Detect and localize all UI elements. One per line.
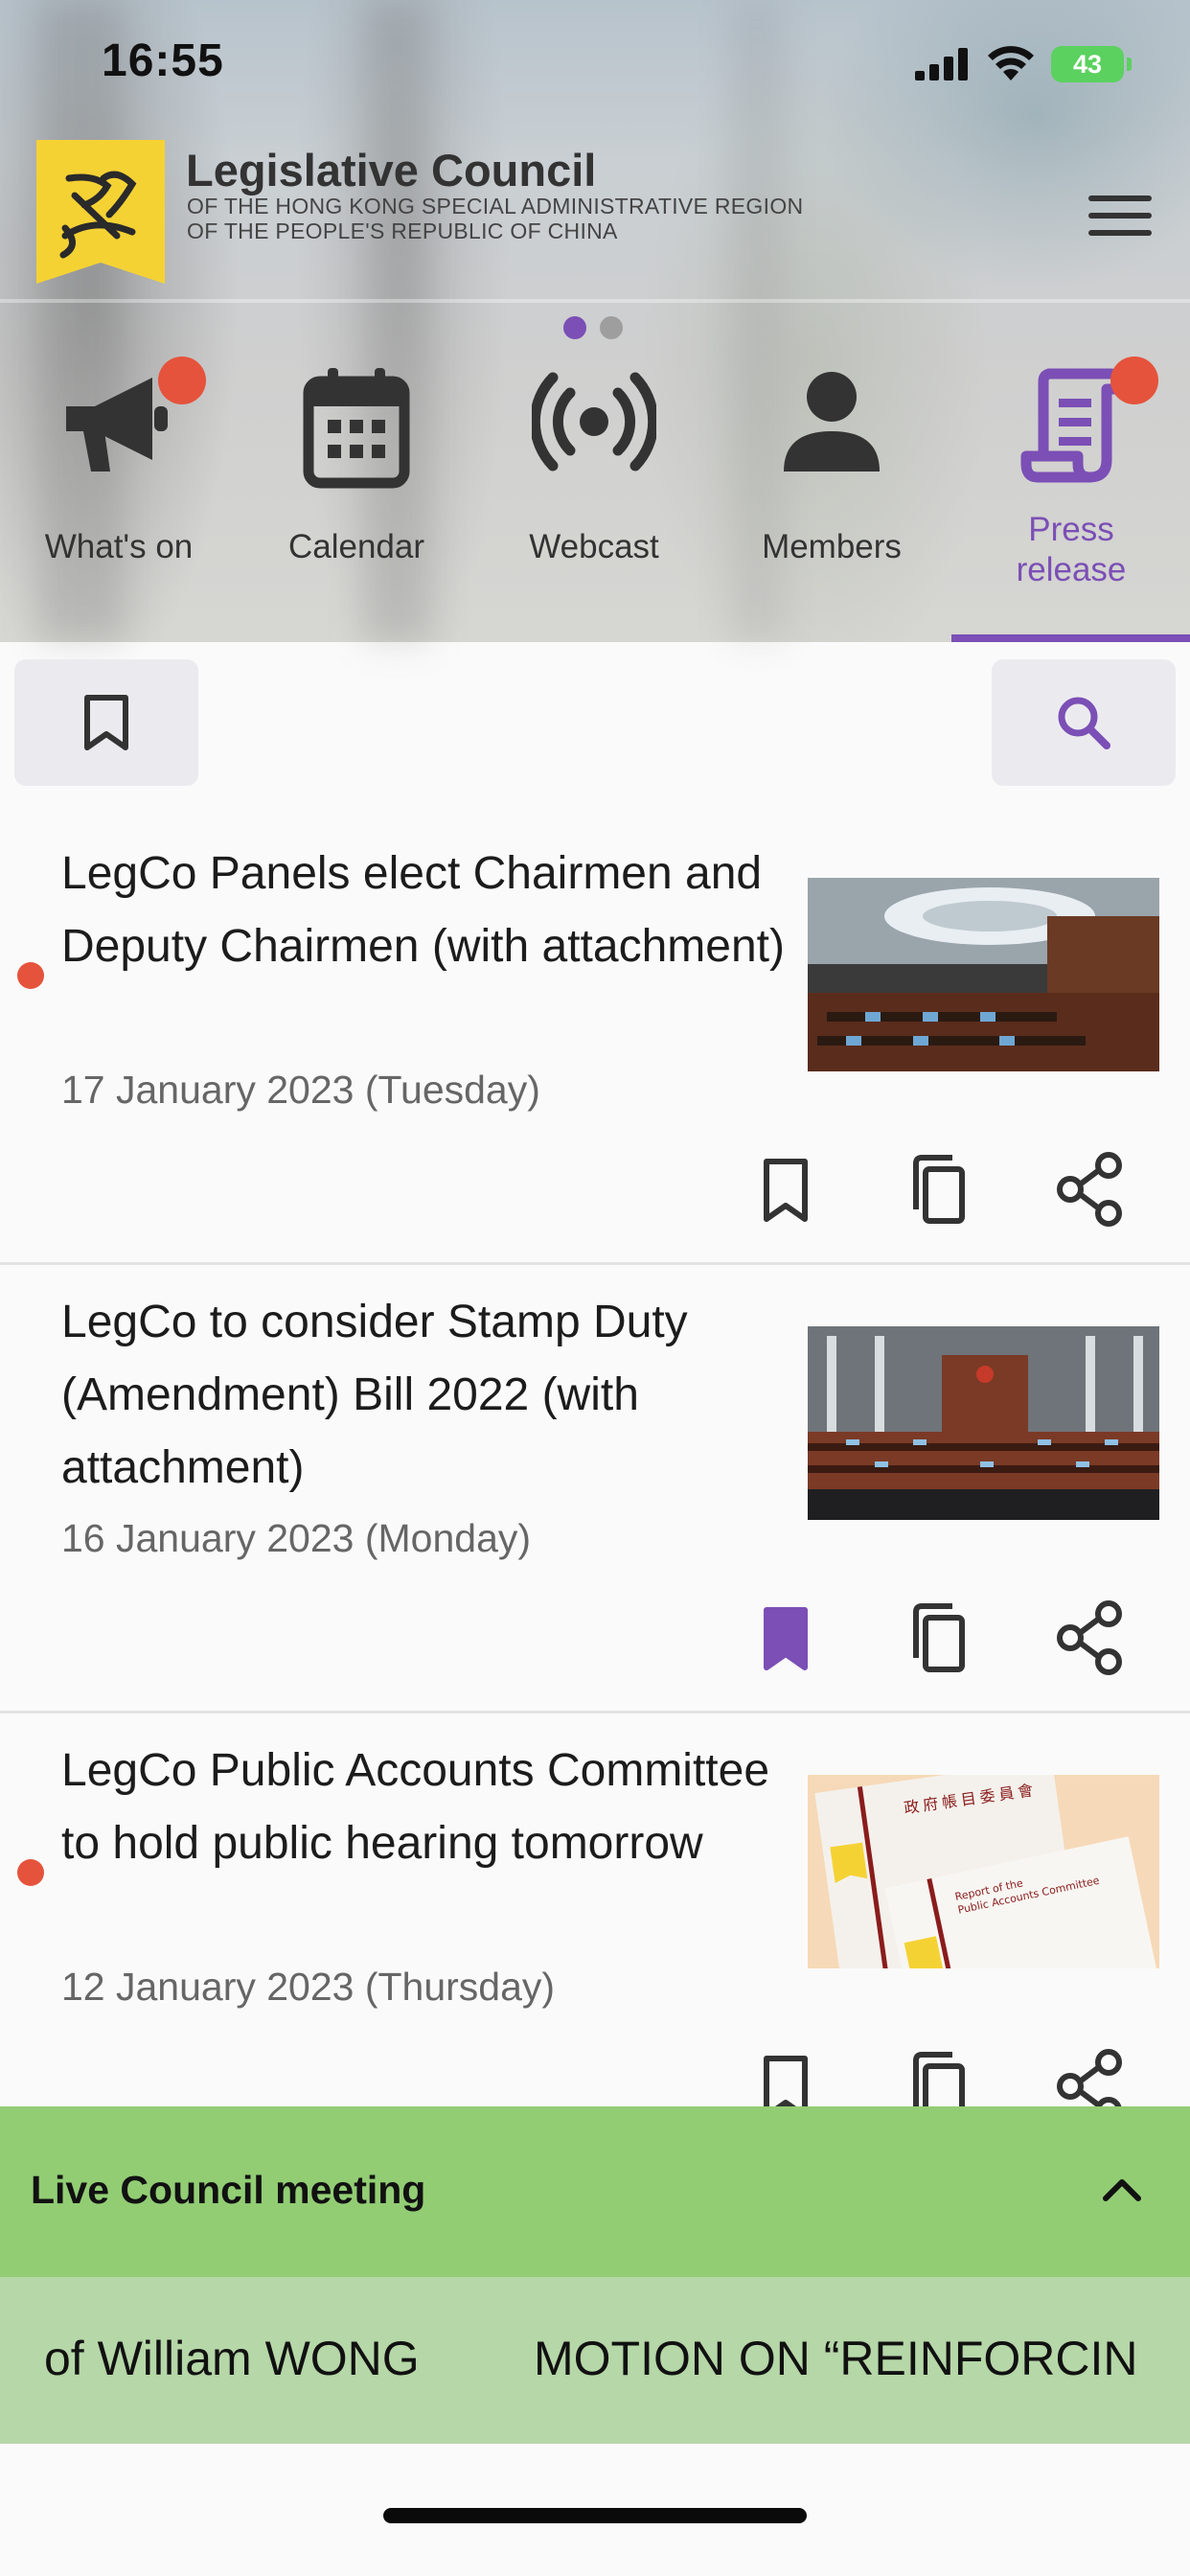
app-subtitle-line1: OF THE HONG KONG SPECIAL ADMINISTRATIVE … (187, 194, 804, 218)
news-date: 17 January 2023 (Tuesday) (61, 1068, 540, 1112)
news-thumbnail[interactable] (808, 1326, 1159, 1520)
nav-label: Members (762, 528, 902, 565)
legco-logo-icon[interactable] (36, 140, 165, 284)
nav-label: Webcast (529, 528, 659, 565)
battery-level: 43 (1072, 50, 1103, 79)
nav-press-release[interactable]: Press release (952, 345, 1190, 642)
wifi-icon (988, 46, 1034, 80)
brand-header: Legislative Council OF THE HONG KONG SPE… (0, 134, 1190, 297)
home-indicator[interactable] (383, 2508, 807, 2523)
news-title[interactable]: LegCo Panels elect Chairmen and Deputy C… (61, 838, 790, 983)
status-bar: 16:55 43 (0, 0, 1190, 125)
live-meeting-title: Live Council meeting (31, 2168, 426, 2212)
copy-icon[interactable] (895, 1595, 981, 1681)
live-meeting-bar[interactable]: Live Council meeting (0, 2106, 1190, 2277)
hamburger-menu-icon[interactable] (1088, 192, 1152, 240)
nav-calendar[interactable]: Calendar (238, 345, 475, 642)
active-tab-indicator (951, 634, 1190, 642)
header-divider (0, 299, 1190, 303)
news-item[interactable]: LegCo Panels elect Chairmen and Deputy C… (0, 816, 1190, 1265)
news-date: 12 January 2023 (Thursday) (61, 1965, 556, 2009)
news-title[interactable]: LegCo Public Accounts Committee to hold … (61, 1735, 790, 1880)
bookmark-icon[interactable] (743, 1146, 829, 1232)
unread-indicator (17, 962, 44, 989)
person-icon (713, 364, 950, 498)
share-icon[interactable] (1047, 1146, 1133, 1232)
live-ticker[interactable]: of William WONG MOTION ON “REINFORCIN (0, 2277, 1190, 2444)
bookmarks-filter-button[interactable] (14, 659, 198, 786)
nav-webcast[interactable]: Webcast (475, 345, 713, 642)
share-icon[interactable] (1047, 1595, 1133, 1681)
notification-badge (158, 356, 206, 404)
search-icon (1058, 697, 1110, 749)
ticker-item: MOTION ON “REINFORCIN (534, 2332, 1138, 2385)
nav-label: Press release (1016, 511, 1127, 588)
copy-icon[interactable] (895, 1146, 981, 1232)
news-item[interactable]: LegCo Public Accounts Committee to hold … (0, 1714, 1190, 2162)
news-thumbnail[interactable]: 政府帳目委員會 Report of the Public Accounts Co… (808, 1775, 1159, 1968)
broadcast-icon (475, 364, 713, 498)
news-actions (0, 1146, 1190, 1232)
bookmark-icon (84, 695, 128, 750)
bookmark-filled-icon[interactable] (743, 1595, 829, 1681)
nav-whats-on[interactable]: What's on (0, 345, 238, 642)
chevron-up-icon[interactable] (1098, 2166, 1146, 2214)
cellular-signal-icon (915, 48, 968, 80)
battery-tip (1127, 58, 1132, 71)
nav-label: Calendar (287, 528, 425, 565)
news-thumbnail[interactable] (808, 878, 1159, 1071)
nav-label: What's on (44, 528, 194, 565)
search-button[interactable] (992, 659, 1176, 786)
nav-members[interactable]: Members (713, 345, 950, 642)
app-title: Legislative Council (186, 145, 597, 196)
news-item[interactable]: LegCo to consider Stamp Duty (Amendment)… (0, 1265, 1190, 1714)
unread-indicator (17, 1859, 44, 1886)
news-title[interactable]: LegCo to consider Stamp Duty (Amendment)… (61, 1286, 790, 1505)
news-date: 16 January 2023 (Monday) (61, 1516, 532, 1560)
status-time: 16:55 (102, 35, 224, 86)
app-subtitle-line2: OF THE PEOPLE'S REPUBLIC OF CHINA (187, 218, 618, 243)
notification-badge (1110, 356, 1158, 404)
quick-nav: What's on Calendar Webcast Members Press… (0, 345, 1190, 642)
page-dot-active[interactable] (563, 316, 586, 339)
calendar-icon (238, 364, 475, 498)
battery-icon: 43 (1051, 46, 1124, 82)
news-actions (0, 1595, 1190, 1681)
ticker-item: of William WONG (44, 2332, 420, 2385)
page-dot[interactable] (600, 316, 623, 339)
